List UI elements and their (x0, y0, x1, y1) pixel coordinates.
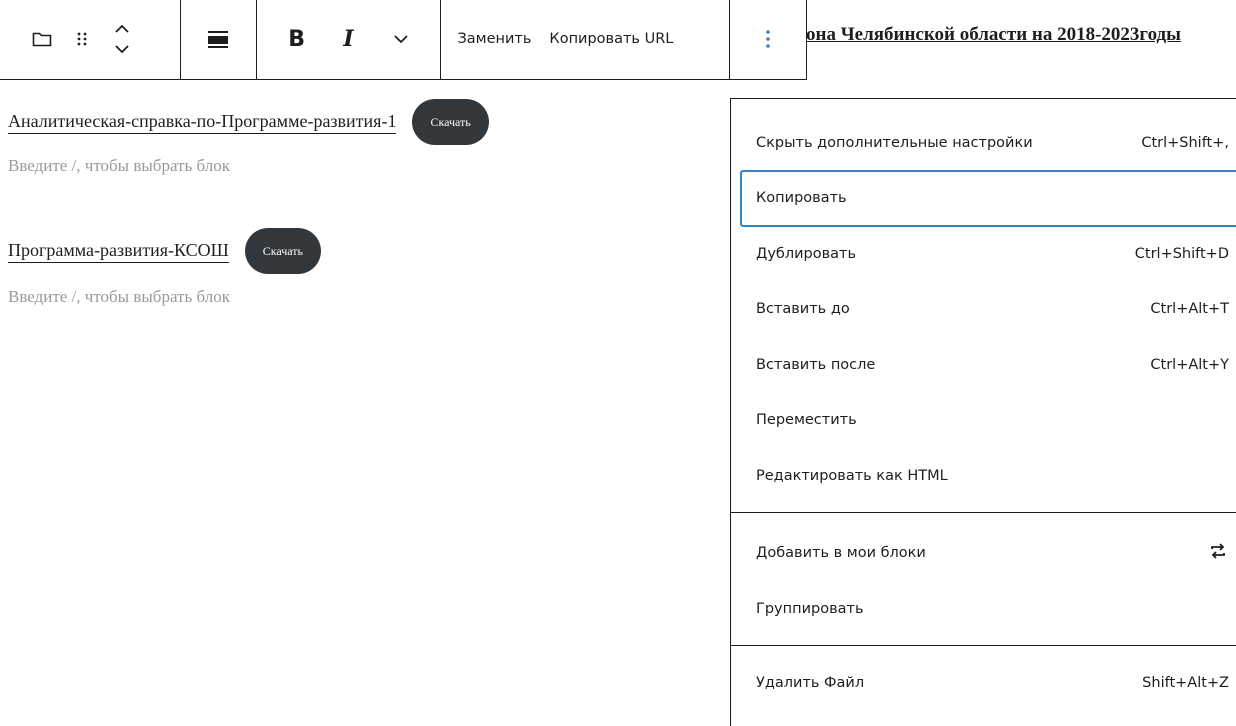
block-placeholder[interactable]: Введите /, чтобы выбрать блок (8, 156, 230, 176)
menu-item-remove-file[interactable]: Удалить Файл Shift+Alt+Z (741, 656, 1236, 712)
toolbar-group-options (730, 0, 806, 79)
toolbar-group-format: B I (257, 0, 442, 79)
download-button[interactable]: Скачать (244, 228, 322, 274)
block-options-menu: Скрыть дополнительные настройки Ctrl+Shi… (730, 98, 1236, 726)
italic-icon[interactable]: I (323, 0, 375, 79)
menu-item-label: Копировать (756, 190, 847, 207)
menu-item-move[interactable]: Переместить (741, 393, 1236, 449)
menu-item-label: Переместить (756, 412, 857, 429)
file-block: Аналитическая-справка-по-Программе-разви… (8, 99, 489, 145)
menu-item-shortcut: Shift+Alt+Z (1142, 675, 1229, 692)
block-toolbar: B I Заменить Копировать URL (0, 0, 807, 80)
menu-item-shortcut: Ctrl+Alt+T (1150, 301, 1229, 318)
menu-item-duplicate[interactable]: Дублировать Ctrl+Shift+D (741, 226, 1236, 282)
align-icon[interactable] (207, 0, 229, 79)
menu-section-remove: Удалить Файл Shift+Alt+Z (731, 646, 1236, 712)
menu-item-edit-html[interactable]: Редактировать как HTML (741, 448, 1236, 504)
download-button[interactable]: Скачать (412, 99, 489, 145)
menu-item-label: Дублировать (756, 245, 857, 262)
file-block: Программа-развития-КСОШ Скачать (8, 228, 322, 274)
menu-item-shortcut: Ctrl+Shift+D (1134, 245, 1229, 262)
file-link[interactable]: Программа-развития-КСОШ (8, 240, 229, 263)
toolbar-group-block (0, 0, 181, 79)
reusable-block-icon (1207, 540, 1229, 566)
bold-icon[interactable]: B (271, 0, 323, 79)
menu-item-label: Добавить в мои блоки (756, 545, 926, 562)
block-placeholder[interactable]: Введите /, чтобы выбрать блок (8, 287, 230, 307)
drag-handle-icon[interactable] (62, 0, 102, 79)
menu-item-shortcut: Ctrl+Alt+Y (1150, 356, 1229, 373)
page-heading: она Челябинской области на 2018-2023годы (806, 24, 1181, 45)
toolbar-group-file: Заменить Копировать URL (441, 0, 731, 79)
menu-item-insert-before[interactable]: Вставить до Ctrl+Alt+T (741, 282, 1236, 338)
menu-item-label: Вставить до (756, 301, 850, 318)
move-up-down-icon[interactable] (102, 0, 142, 79)
file-link[interactable]: Аналитическая-справка-по-Программе-разви… (8, 111, 397, 134)
replace-button[interactable]: Заменить (457, 0, 531, 79)
menu-item-label: Скрыть дополнительные настройки (756, 134, 1033, 151)
toolbar-group-align (181, 0, 257, 79)
folder-icon[interactable] (22, 0, 62, 79)
menu-item-label: Редактировать как HTML (756, 467, 948, 484)
menu-item-insert-after[interactable]: Вставить после Ctrl+Alt+Y (741, 337, 1236, 393)
chevron-down-icon[interactable] (375, 0, 427, 79)
menu-item-label: Удалить Файл (756, 675, 865, 692)
menu-item-hide-settings[interactable]: Скрыть дополнительные настройки Ctrl+Shi… (741, 115, 1236, 171)
menu-item-label: Вставить после (756, 356, 876, 373)
menu-section-tools: Скрыть дополнительные настройки Ctrl+Shi… (731, 99, 1236, 513)
menu-item-group[interactable]: Группировать (741, 581, 1236, 637)
more-options-icon[interactable] (765, 0, 771, 79)
menu-item-label: Группировать (756, 600, 864, 617)
copy-url-button[interactable]: Копировать URL (549, 0, 673, 79)
menu-item-shortcut: Ctrl+Shift+, (1141, 134, 1229, 151)
menu-item-add-reusable[interactable]: Добавить в мои блоки (741, 526, 1236, 582)
menu-section-reusable: Добавить в мои блоки Группировать (731, 513, 1236, 646)
menu-item-copy[interactable]: Копировать (740, 169, 1236, 227)
